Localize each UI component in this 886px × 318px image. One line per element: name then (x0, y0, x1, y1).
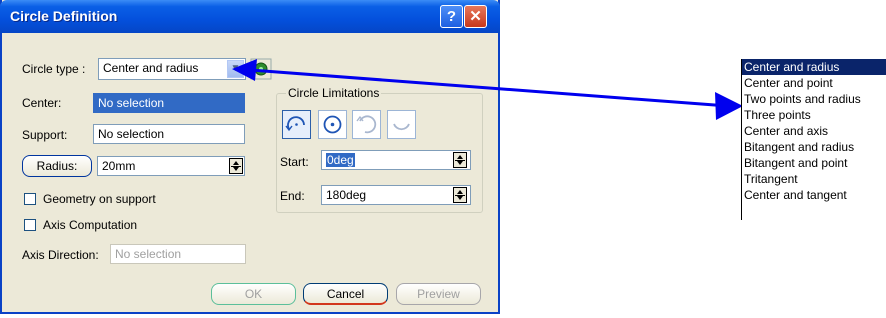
list-item[interactable]: Center and radius (742, 59, 886, 75)
circle-type-list[interactable]: Center and radius Center and point Two p… (741, 59, 886, 220)
list-item[interactable]: Bitangent and point (742, 155, 886, 171)
list-item[interactable]: Bitangent and radius (742, 139, 886, 155)
list-item[interactable]: Two points and radius (742, 91, 886, 107)
list-item[interactable]: Center and tangent (742, 187, 886, 203)
list-item[interactable]: Center and point (742, 75, 886, 91)
list-item[interactable]: Center and axis (742, 123, 886, 139)
arrowhead-left-icon (232, 59, 257, 81)
list-item[interactable]: Three points (742, 107, 886, 123)
arrowhead-right-icon (715, 92, 743, 120)
list-item[interactable]: Tritangent (742, 171, 886, 187)
